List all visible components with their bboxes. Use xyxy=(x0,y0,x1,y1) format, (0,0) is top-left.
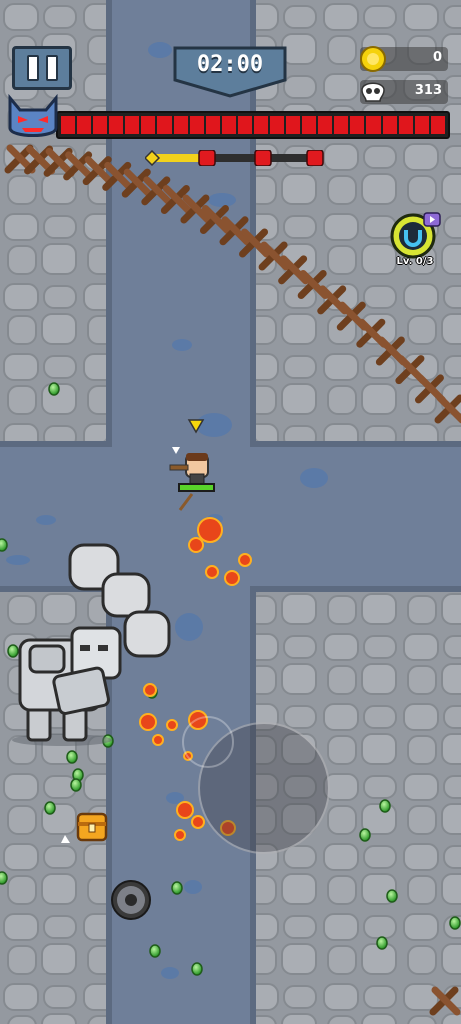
boss-health-segment xyxy=(141,116,156,134)
boss-health-segment xyxy=(221,116,236,134)
boss-health-segment xyxy=(302,116,317,134)
xp-gem xyxy=(191,962,203,976)
skull-icon xyxy=(361,82,385,102)
video-ad-icon[interactable] xyxy=(423,212,441,228)
boss-health-segment xyxy=(350,116,365,134)
xp-gem xyxy=(171,881,183,895)
wave-boss-marker xyxy=(306,150,324,166)
boss-health-segment xyxy=(109,116,124,134)
fire-burst xyxy=(188,537,204,553)
boss-health-segment xyxy=(125,116,140,134)
boss-health-segment xyxy=(157,116,172,134)
sawblade-icon xyxy=(111,880,151,920)
boss-health-segment xyxy=(77,116,92,134)
wave-boss-marker xyxy=(198,150,216,166)
fire-burst xyxy=(176,801,194,819)
boss-health-segment xyxy=(286,116,301,134)
coin-count: 0 xyxy=(432,50,442,65)
fire-burst xyxy=(205,565,219,579)
wave-boss-marker xyxy=(254,150,272,166)
fire-burst xyxy=(152,734,164,746)
xp-gem xyxy=(379,799,391,813)
timer-text: 02:00 xyxy=(196,52,264,77)
xp-gem xyxy=(449,916,461,930)
xp-gem xyxy=(376,936,388,950)
magnet-level-label: Lv. 0/3 xyxy=(396,256,434,267)
pause-button[interactable] xyxy=(12,46,72,90)
boss-health-segment xyxy=(398,116,413,134)
pause-icon xyxy=(26,55,39,81)
boss-health-segment xyxy=(366,116,381,134)
fire-burst xyxy=(191,815,205,829)
fire-burst xyxy=(197,517,223,543)
boss-health-segment xyxy=(189,116,204,134)
xp-gem xyxy=(0,538,8,552)
coin-icon xyxy=(360,46,386,72)
fire-burst xyxy=(174,829,186,841)
boss-health-segment xyxy=(382,116,397,134)
xp-gem xyxy=(48,382,60,396)
boss-health-segment xyxy=(205,116,220,134)
boss-health-segment xyxy=(237,116,252,134)
boss-health-segment xyxy=(93,116,108,134)
boss-health-segment xyxy=(430,116,445,134)
fire-burst xyxy=(139,713,157,731)
boss-health-segment xyxy=(253,116,269,134)
xp-gem xyxy=(359,828,371,842)
xp-gem xyxy=(7,644,19,658)
fire-burst xyxy=(238,553,252,567)
xp-gem xyxy=(66,750,78,764)
boss-health-segment xyxy=(414,116,429,134)
boss-health-segment xyxy=(61,116,76,134)
xp-gem xyxy=(386,889,398,903)
xp-gem xyxy=(149,944,161,958)
boss-health-segment xyxy=(270,116,285,134)
kill-count: 313 xyxy=(414,83,442,98)
fire-burst xyxy=(143,683,157,697)
xp-gem xyxy=(0,871,8,885)
boss-health-segment xyxy=(334,116,349,134)
boss-health-segment xyxy=(173,116,188,134)
xp-gem xyxy=(44,801,56,815)
boss-icon xyxy=(8,93,58,137)
boss-health-segment xyxy=(318,116,333,134)
xp-gem xyxy=(70,778,82,792)
wave-progress-bar xyxy=(145,150,324,166)
fire-burst xyxy=(166,719,178,731)
joystick-knob[interactable] xyxy=(182,716,234,768)
fire-burst xyxy=(224,570,240,586)
treasure-chest-icon xyxy=(76,812,108,842)
timer-banner: 02:00 xyxy=(171,44,289,98)
boss-health-bar xyxy=(56,111,450,139)
